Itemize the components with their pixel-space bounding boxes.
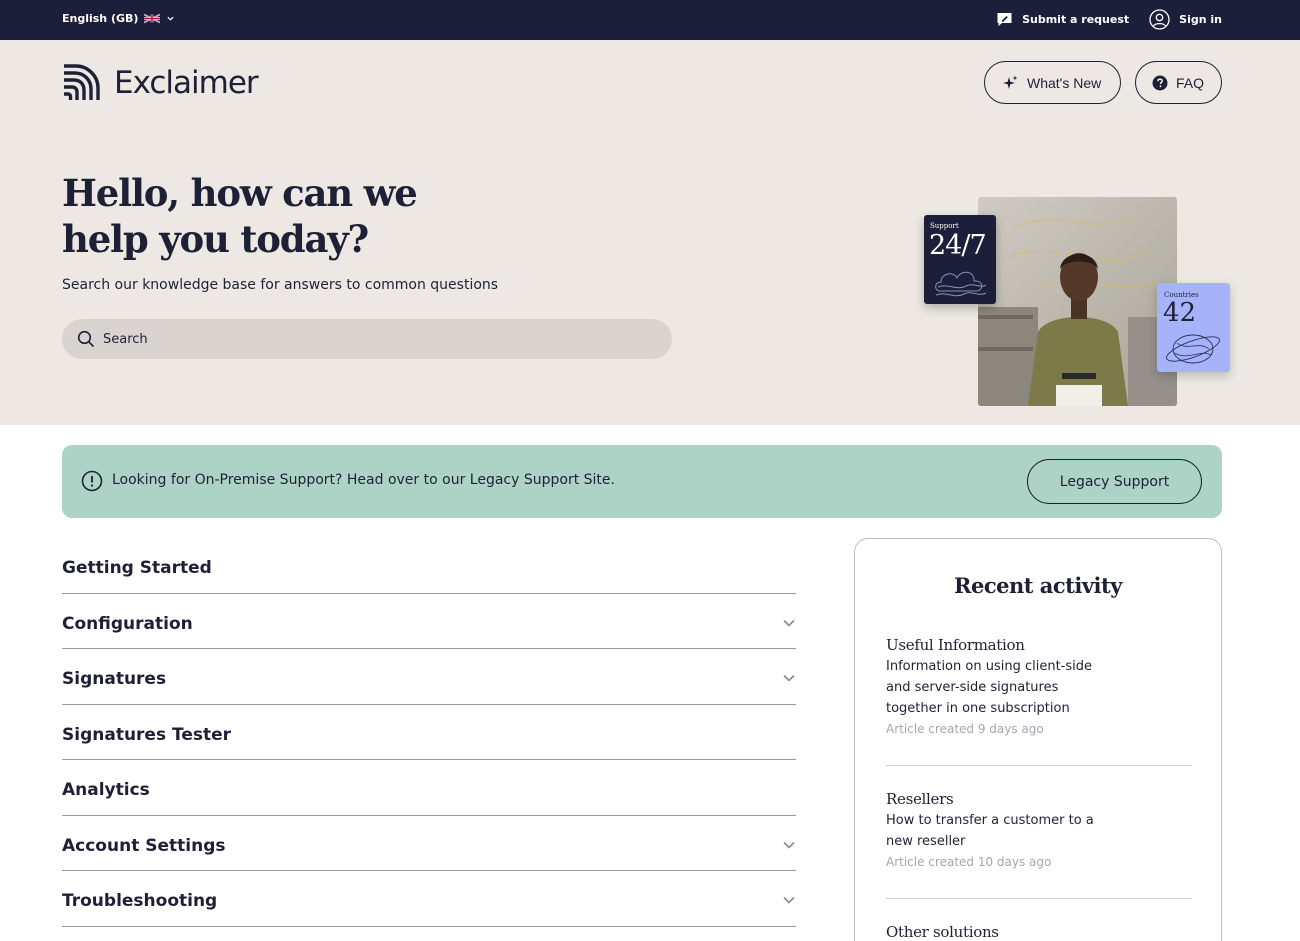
hero-photo — [978, 197, 1177, 406]
chevron-down-icon[interactable] — [782, 840, 796, 850]
category-label: Configuration — [62, 613, 193, 634]
alert-circle-icon — [81, 470, 103, 492]
activity-article-link[interactable]: Information on using client-side and ser… — [886, 656, 1116, 719]
user-icon — [1149, 9, 1170, 30]
recent-activity-title: Recent activity — [954, 573, 1122, 598]
recent-activity-item: Other solutions — [886, 923, 1192, 941]
top-bar: English (GB) Submit a request Sign in — [0, 0, 1300, 40]
category-label: Signatures — [62, 669, 167, 690]
recent-activity-item: Resellers How to transfer a customer to … — [886, 790, 1192, 869]
whats-new-label: What's New — [1027, 74, 1102, 91]
sparkle-icon — [1003, 75, 1018, 89]
category-row[interactable]: Signatures Tester — [62, 705, 796, 760]
activity-divider — [886, 765, 1192, 766]
submit-request-link[interactable]: Submit a request — [996, 11, 1129, 28]
countries-stat-value: 42 — [1163, 298, 1197, 328]
uk-flag-icon — [144, 13, 161, 24]
chevron-down-icon — [167, 16, 175, 21]
legacy-support-button[interactable]: Legacy Support — [1027, 459, 1202, 504]
chevron-down-icon[interactable] — [782, 618, 796, 628]
activity-category-link[interactable]: Other solutions — [886, 923, 1192, 941]
hero-section: Exclaimer What's New FAQ Hello, how can … — [0, 40, 1300, 425]
category-row[interactable]: Getting Started — [62, 538, 796, 594]
search-icon — [77, 330, 95, 348]
whats-new-button[interactable]: What's New — [984, 61, 1121, 104]
search-bar[interactable] — [62, 319, 672, 359]
activity-meta: Article created 9 days ago — [886, 722, 1044, 736]
sign-in-link[interactable]: Sign in — [1149, 9, 1222, 30]
hero-title: Hello, how can we help you today? — [62, 171, 418, 261]
faq-label: FAQ — [1176, 74, 1205, 91]
category-row[interactable]: Account Settings — [62, 816, 796, 871]
category-row[interactable]: Configuration — [62, 594, 796, 649]
category-label: Analytics — [62, 780, 150, 801]
category-row[interactable]: Analytics — [62, 760, 796, 816]
language-label: English (GB) — [62, 12, 139, 25]
activity-article-link[interactable]: How to transfer a customer to a new rese… — [886, 810, 1116, 852]
support-stat-value: 24/7 — [929, 230, 987, 261]
question-circle-icon — [1152, 75, 1168, 90]
chevron-down-icon[interactable] — [782, 673, 796, 683]
globe-orbit-icon — [1166, 334, 1220, 364]
legacy-support-banner: Looking for On-Premise Support? Head ove… — [62, 445, 1222, 518]
category-label: Signatures Tester — [62, 724, 232, 745]
brand-name: Exclaimer — [114, 65, 259, 101]
support-stat-card: Support 24/7 — [924, 215, 996, 304]
category-label: Getting Started — [62, 558, 212, 579]
countries-stat-card: Countries 42 — [1157, 283, 1230, 372]
brand-logo[interactable]: Exclaimer — [62, 64, 259, 102]
search-input[interactable] — [103, 331, 643, 347]
activity-meta: Article created 10 days ago — [886, 855, 1052, 869]
activity-divider — [886, 898, 1192, 899]
exclaimer-logo-icon — [64, 64, 100, 100]
recent-activity-panel: Recent activity Useful Information Infor… — [854, 538, 1222, 941]
activity-category-link[interactable]: Resellers — [886, 790, 1192, 808]
chat-edit-icon — [997, 13, 1012, 26]
category-label: Account Settings — [62, 835, 226, 856]
cloud-icon — [935, 271, 987, 297]
faq-button[interactable]: FAQ — [1135, 61, 1222, 104]
recent-activity-item: Useful Information Information on using … — [886, 636, 1192, 736]
submit-request-label: Submit a request — [1022, 13, 1130, 26]
category-label: Troubleshooting — [62, 891, 218, 912]
sign-in-label: Sign in — [1179, 13, 1222, 26]
support-stat-label: Support — [930, 222, 959, 230]
category-row[interactable]: Troubleshooting — [62, 871, 796, 927]
language-selector[interactable]: English (GB) — [62, 12, 175, 25]
category-list: Getting Started Configuration Signatures Si… — [62, 538, 796, 927]
hero-subtitle: Search our knowledge base for answers to… — [62, 277, 499, 293]
activity-category-link[interactable]: Useful Information — [886, 636, 1192, 654]
category-row[interactable]: Signatures — [62, 649, 796, 705]
chevron-down-icon[interactable] — [782, 895, 796, 905]
banner-message: Looking for On-Premise Support? Head ove… — [112, 472, 615, 488]
